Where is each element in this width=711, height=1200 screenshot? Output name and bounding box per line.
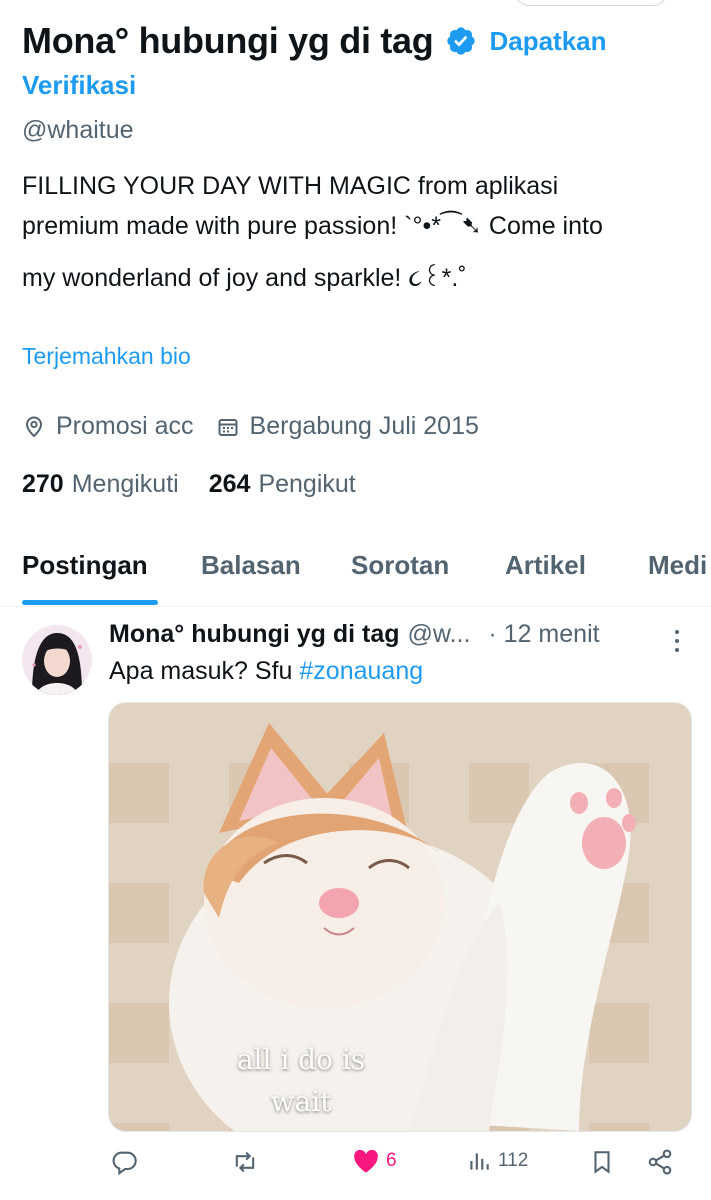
post-author-handle[interactable]: @w... (408, 620, 471, 649)
bio-line: FILLING YOUR DAY WITH MAGIC from aplikas… (22, 172, 559, 200)
tab-sorotan[interactable]: Sorotan (351, 550, 449, 581)
profile-tabs: Postingan Balasan Sorotan Artikel Medi (0, 548, 711, 607)
reply-button[interactable] (110, 1148, 138, 1176)
reply-icon (112, 1151, 137, 1176)
repost-icon (235, 1151, 255, 1173)
image-caption: wait (270, 1085, 332, 1118)
share-icon (648, 1149, 672, 1175)
post-header: Mona° hubungi yg di tag @w... · 12 menit (109, 620, 600, 649)
post-text: Apa masuk? Sfu #zonauang (109, 657, 423, 686)
views-icon (470, 1153, 489, 1170)
avatar[interactable] (22, 625, 92, 695)
following-link[interactable]: 270 Mengikuti (22, 470, 179, 499)
bio-line: premium made with pure passion! `°•*⁀➷ C… (22, 212, 603, 240)
profile-header: Mona° hubungi yg di tag Dapatkan (22, 20, 607, 62)
post-actions: 6 112 (0, 1148, 711, 1188)
profile-bio: FILLING YOUR DAY WITH MAGIC from aplikas… (22, 166, 702, 298)
post-text-body: Apa masuk? Sfu (109, 657, 300, 685)
image-caption: all i do is (236, 1043, 366, 1076)
repost-button[interactable] (230, 1148, 260, 1176)
following-label: Mengikuti (71, 470, 179, 498)
profile-handle: @whaitue (22, 116, 134, 144)
more-icon[interactable] (672, 628, 682, 654)
post-time[interactable]: · 12 menit (488, 620, 599, 649)
bookmark-button[interactable] (589, 1148, 615, 1176)
verified-badge-icon (447, 27, 476, 55)
tab-artikel[interactable]: Artikel (505, 550, 586, 581)
translate-bio-link[interactable]: Terjemahkan bio (22, 343, 191, 370)
hashtag-link[interactable]: #zonauang (299, 657, 423, 685)
tab-postingan[interactable]: Postingan (22, 550, 148, 581)
post-author-name[interactable]: Mona° hubungi yg di tag (109, 620, 400, 649)
views-button[interactable]: 112 (466, 1148, 528, 1174)
followers-link[interactable]: 264 Pengikut (209, 470, 356, 499)
profile-meta: Promosi acc Bergabung Juli 2015 (22, 412, 501, 441)
share-button[interactable] (646, 1148, 674, 1176)
calendar-icon (218, 418, 238, 436)
get-verified-link-line2[interactable]: Verifikasi (22, 70, 136, 101)
location-text: Promosi acc (56, 412, 194, 440)
location-pin-icon (25, 416, 43, 437)
active-tab-indicator (22, 600, 158, 605)
like-button[interactable]: 6 (352, 1148, 397, 1174)
bio-line: my wonderland of joy and sparkle! ૮꒰*.˚ (22, 264, 467, 292)
post-image[interactable]: all i do is wait (108, 702, 692, 1132)
bookmark-icon (594, 1151, 610, 1174)
followers-label: Pengikut (258, 470, 356, 498)
tab-media[interactable]: Medi (648, 550, 707, 581)
follow-stats: 270 Mengikuti 264 Pengikut (22, 470, 356, 499)
view-count: 112 (498, 1150, 529, 1171)
following-count: 270 (22, 470, 64, 498)
top-button-partial[interactable] (515, 0, 667, 6)
followers-count: 264 (208, 470, 251, 498)
get-verified-link[interactable]: Dapatkan (489, 26, 606, 57)
profile-name: Mona° hubungi yg di tag (22, 20, 434, 61)
like-count: 6 (386, 1150, 397, 1171)
tab-balasan[interactable]: Balasan (201, 550, 301, 581)
heart-icon (354, 1149, 378, 1173)
joined-text: Bergabung Juli 2015 (249, 412, 479, 440)
